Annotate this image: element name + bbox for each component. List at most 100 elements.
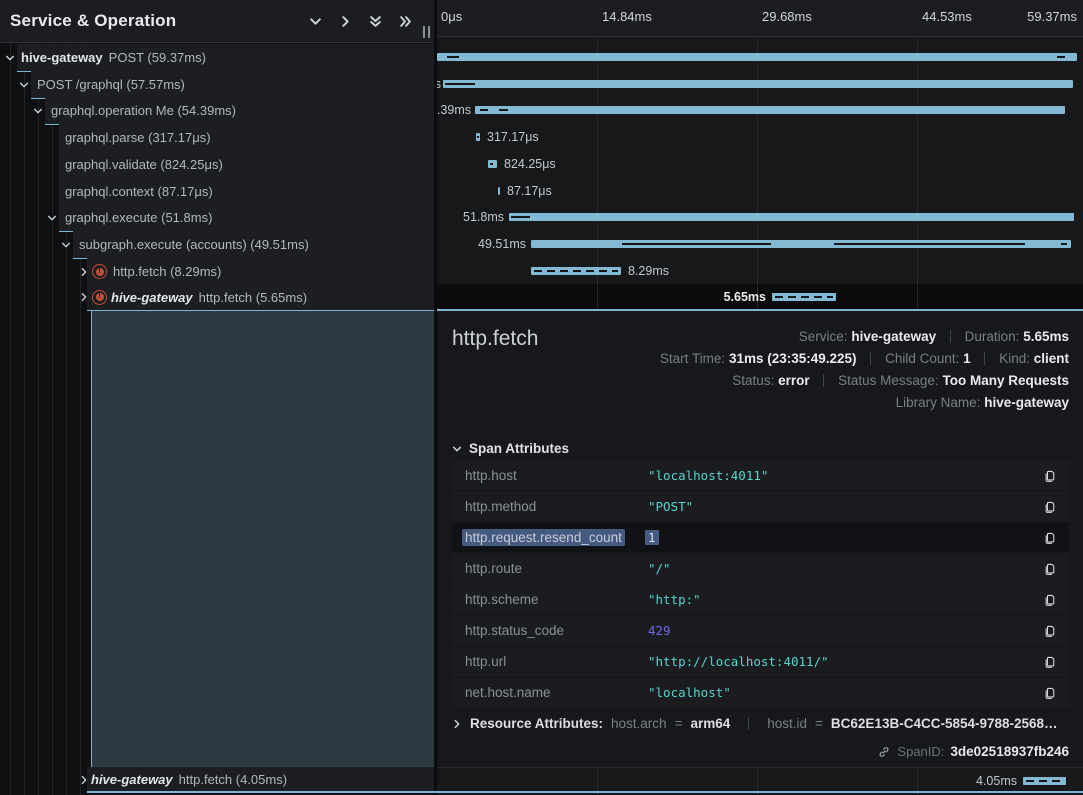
panel-title: Service & Operation: [10, 11, 176, 31]
service-name: hive-gateway: [21, 50, 103, 65]
span-bar[interactable]: [443, 80, 1073, 88]
attr-row[interactable]: http.url "http://localhost:4011/": [452, 647, 1069, 676]
attr-row[interactable]: http.scheme "http:": [452, 585, 1069, 614]
resource-key: host.arch: [611, 716, 667, 731]
tree-row-root-span[interactable]: hive-gateway POST (59.37ms): [17, 44, 434, 72]
span-label: graphql.context (87.17μs): [65, 184, 213, 199]
tree-row[interactable]: graphql.operation Me (54.39ms): [45, 97, 434, 125]
span-bar[interactable]: [488, 160, 497, 168]
copy-icon[interactable]: [1041, 684, 1059, 702]
attr-value: 429: [645, 623, 1041, 638]
tree-row[interactable]: graphql.validate (824.25μs): [59, 151, 434, 179]
span-bar[interactable]: [475, 106, 1065, 114]
copy-icon[interactable]: [1041, 653, 1059, 671]
copy-icon[interactable]: [1041, 498, 1059, 516]
meta-label: Child Count:: [885, 351, 959, 366]
attr-row[interactable]: http.route "/": [452, 554, 1069, 583]
chevron-right-icon[interactable]: [78, 774, 90, 786]
duration-label: 51.8ms: [463, 210, 504, 224]
tree-row[interactable]: POST /graphql (57.57ms): [31, 71, 434, 99]
span-attributes-header[interactable]: Span Attributes: [452, 441, 569, 456]
attr-row[interactable]: http.host "localhost:4011": [452, 461, 1069, 490]
meta-label: Start Time:: [660, 351, 725, 366]
copy-icon[interactable]: [1041, 591, 1059, 609]
collapse-all-icon[interactable]: [368, 14, 382, 28]
span-bar[interactable]: [437, 53, 1077, 61]
chevron-right-icon[interactable]: [78, 266, 90, 278]
expand-all-icon[interactable]: [398, 14, 412, 28]
tree-toolbar: [308, 14, 412, 28]
equals-sign: =: [815, 716, 823, 731]
tree-row-selected-span[interactable]: ! hive-gateway http.fetch (5.65ms): [87, 284, 434, 311]
attr-value: "localhost:4011": [645, 468, 1041, 483]
timeline-row: 57.57ms: [437, 71, 1083, 98]
span-bar[interactable]: [531, 267, 621, 275]
span-bar[interactable]: [772, 293, 836, 301]
attr-row[interactable]: http.status_code 429: [452, 616, 1069, 645]
service-name: hive-gateway: [111, 290, 193, 305]
timeline-row: 8.29ms: [437, 258, 1083, 285]
chevron-down-icon[interactable]: [18, 79, 30, 91]
span-bar[interactable]: [476, 133, 480, 141]
copy-icon[interactable]: [1041, 560, 1059, 578]
span-title: http.fetch: [452, 327, 538, 351]
attr-row-selected[interactable]: http.request.resend_count 1: [452, 523, 1069, 552]
link-icon[interactable]: [877, 745, 891, 759]
chevron-down-icon[interactable]: [4, 52, 16, 64]
meta-value: 5.65ms: [1023, 329, 1069, 344]
bottom-row-border: [87, 791, 1083, 793]
span-bar[interactable]: [509, 213, 1074, 221]
meta-label: Status:: [732, 373, 774, 388]
span-label: POST (59.37ms): [109, 50, 206, 65]
tree-row[interactable]: graphql.execute (51.8ms): [59, 204, 434, 232]
meta-label: Status Message:: [838, 373, 939, 388]
copy-icon[interactable]: [1041, 622, 1059, 640]
attr-key: http.method: [462, 499, 645, 514]
attr-row[interactable]: http.method "POST": [452, 492, 1069, 521]
meta-divider: [984, 352, 985, 365]
collapse-one-icon[interactable]: [308, 14, 322, 28]
timeline-row: 49.51ms: [437, 231, 1083, 258]
tree-row[interactable]: subgraph.execute (accounts) (49.51ms): [73, 231, 434, 259]
timeline-row: [437, 44, 1083, 71]
timeline-header: 0μs 14.84ms 29.68ms 44.53ms 59.37ms: [437, 0, 1083, 37]
span-label: http.fetch (4.05ms): [179, 772, 287, 787]
meta-divider: [748, 717, 749, 730]
span-bar[interactable]: [531, 240, 1071, 248]
duration-label: 8.29ms: [628, 264, 669, 278]
attr-row[interactable]: net.host.name "localhost": [452, 678, 1069, 707]
meta-value: client: [1034, 351, 1069, 366]
span-label: graphql.validate (824.25μs): [65, 157, 223, 172]
chevron-down-icon[interactable]: [46, 212, 58, 224]
chevron-down-icon[interactable]: [60, 239, 72, 251]
duration-label: 824.25μs: [504, 157, 556, 171]
chevron-down-icon[interactable]: [32, 105, 44, 117]
tree-row[interactable]: graphql.parse (317.17μs): [59, 124, 434, 152]
span-label: subgraph.execute (accounts) (49.51ms): [79, 237, 309, 252]
error-icon: !: [92, 264, 107, 279]
attr-value: "http://localhost:4011/": [645, 654, 1041, 669]
chevron-down-icon: [452, 444, 462, 454]
resource-attributes-row[interactable]: Resource Attributes: host.arch = arm64 h…: [452, 716, 1069, 731]
duration-label: 4.05ms: [976, 774, 1017, 788]
span-id-value: 3de02518937fb246: [950, 744, 1069, 759]
span-id-label: SpanID:: [897, 744, 944, 759]
span-bar[interactable]: [498, 187, 500, 195]
span-bar[interactable]: [1023, 777, 1066, 785]
copy-icon[interactable]: [1041, 529, 1059, 547]
attr-key: http.status_code: [462, 623, 645, 638]
tree-row[interactable]: hive-gateway http.fetch (4.05ms): [87, 767, 434, 792]
copy-icon[interactable]: [1041, 467, 1059, 485]
attr-key: http.request.resend_count: [462, 530, 645, 545]
tree-row[interactable]: graphql.context (87.17μs): [59, 178, 434, 206]
panel-splitter-grip[interactable]: [423, 26, 432, 38]
attr-value: "POST": [645, 499, 1041, 514]
meta-value: hive-gateway: [851, 329, 936, 344]
tree-row-error-span[interactable]: ! http.fetch (8.29ms): [87, 258, 434, 286]
chevron-right-icon[interactable]: [78, 291, 90, 303]
expand-one-icon[interactable]: [338, 14, 352, 28]
meta-divider: [823, 374, 824, 387]
attr-value: 1: [645, 530, 1041, 545]
span-label: graphql.parse (317.17μs): [65, 130, 211, 145]
indent-guide: [52, 43, 53, 795]
